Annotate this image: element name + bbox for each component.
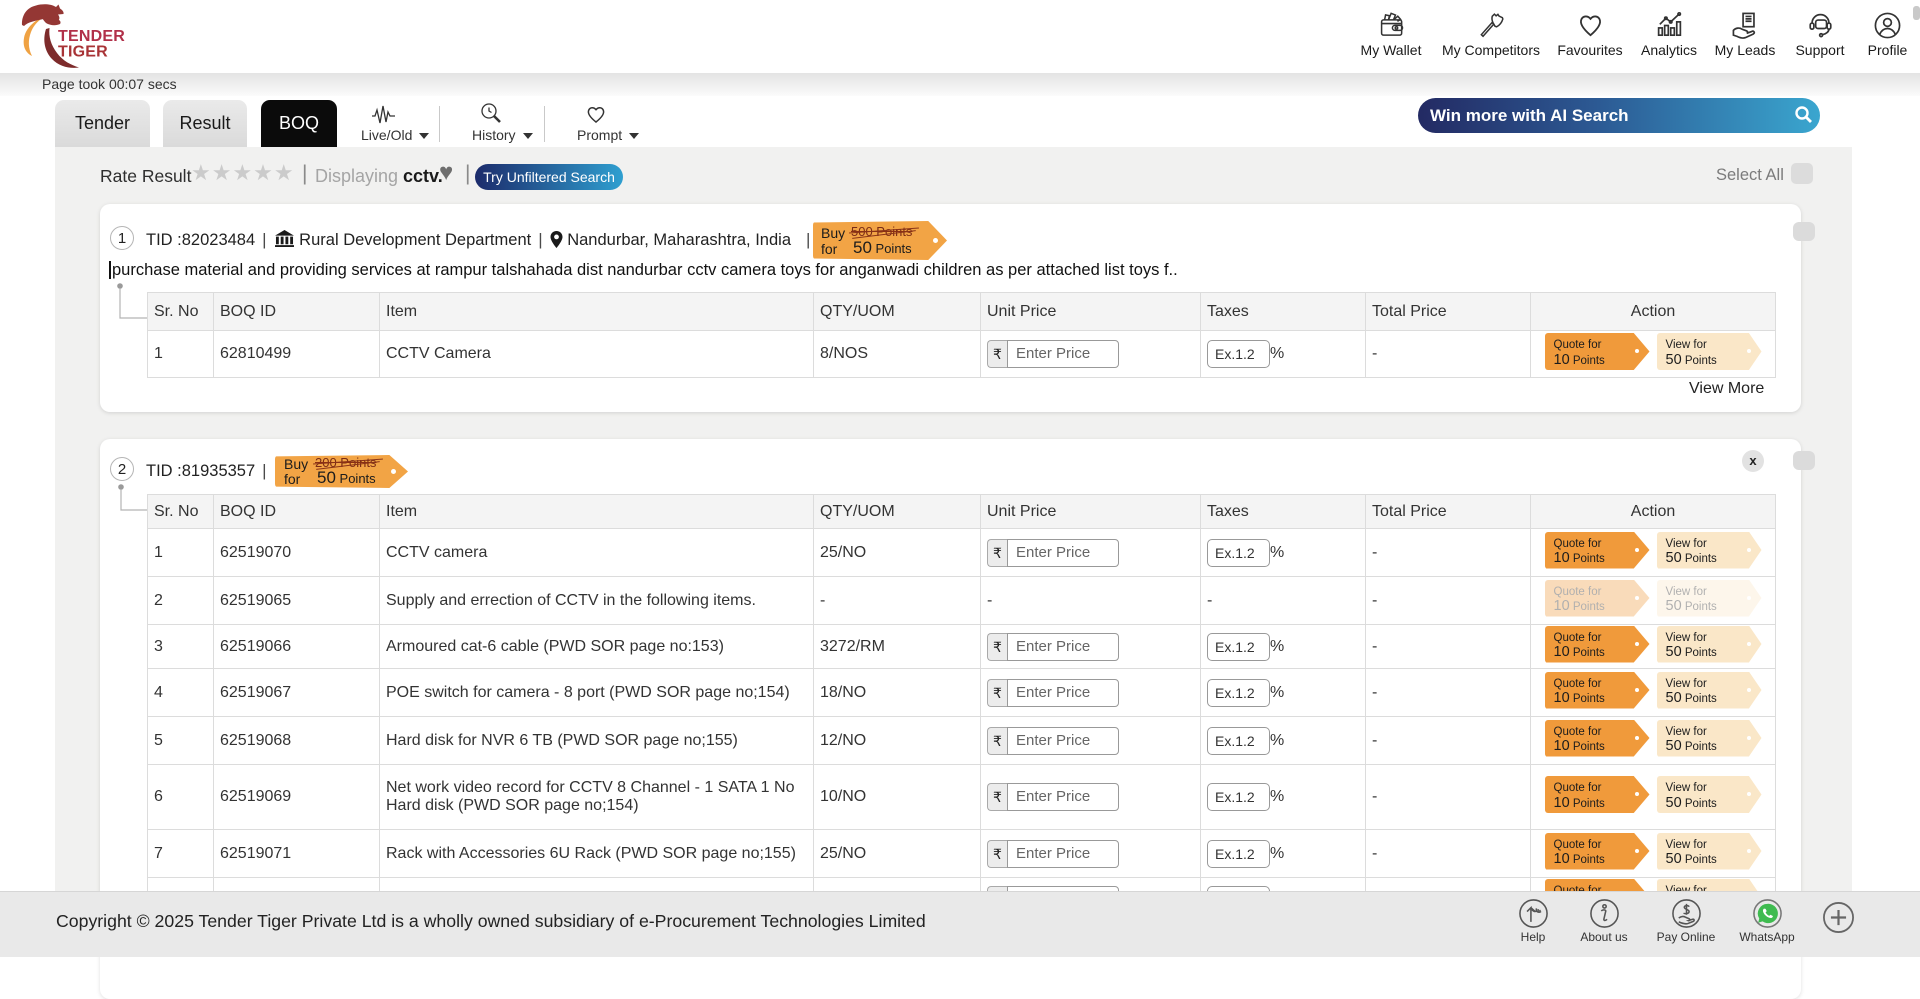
svg-text:TIGER: TIGER [58,44,108,61]
svg-text:TENDER: TENDER [58,28,125,45]
